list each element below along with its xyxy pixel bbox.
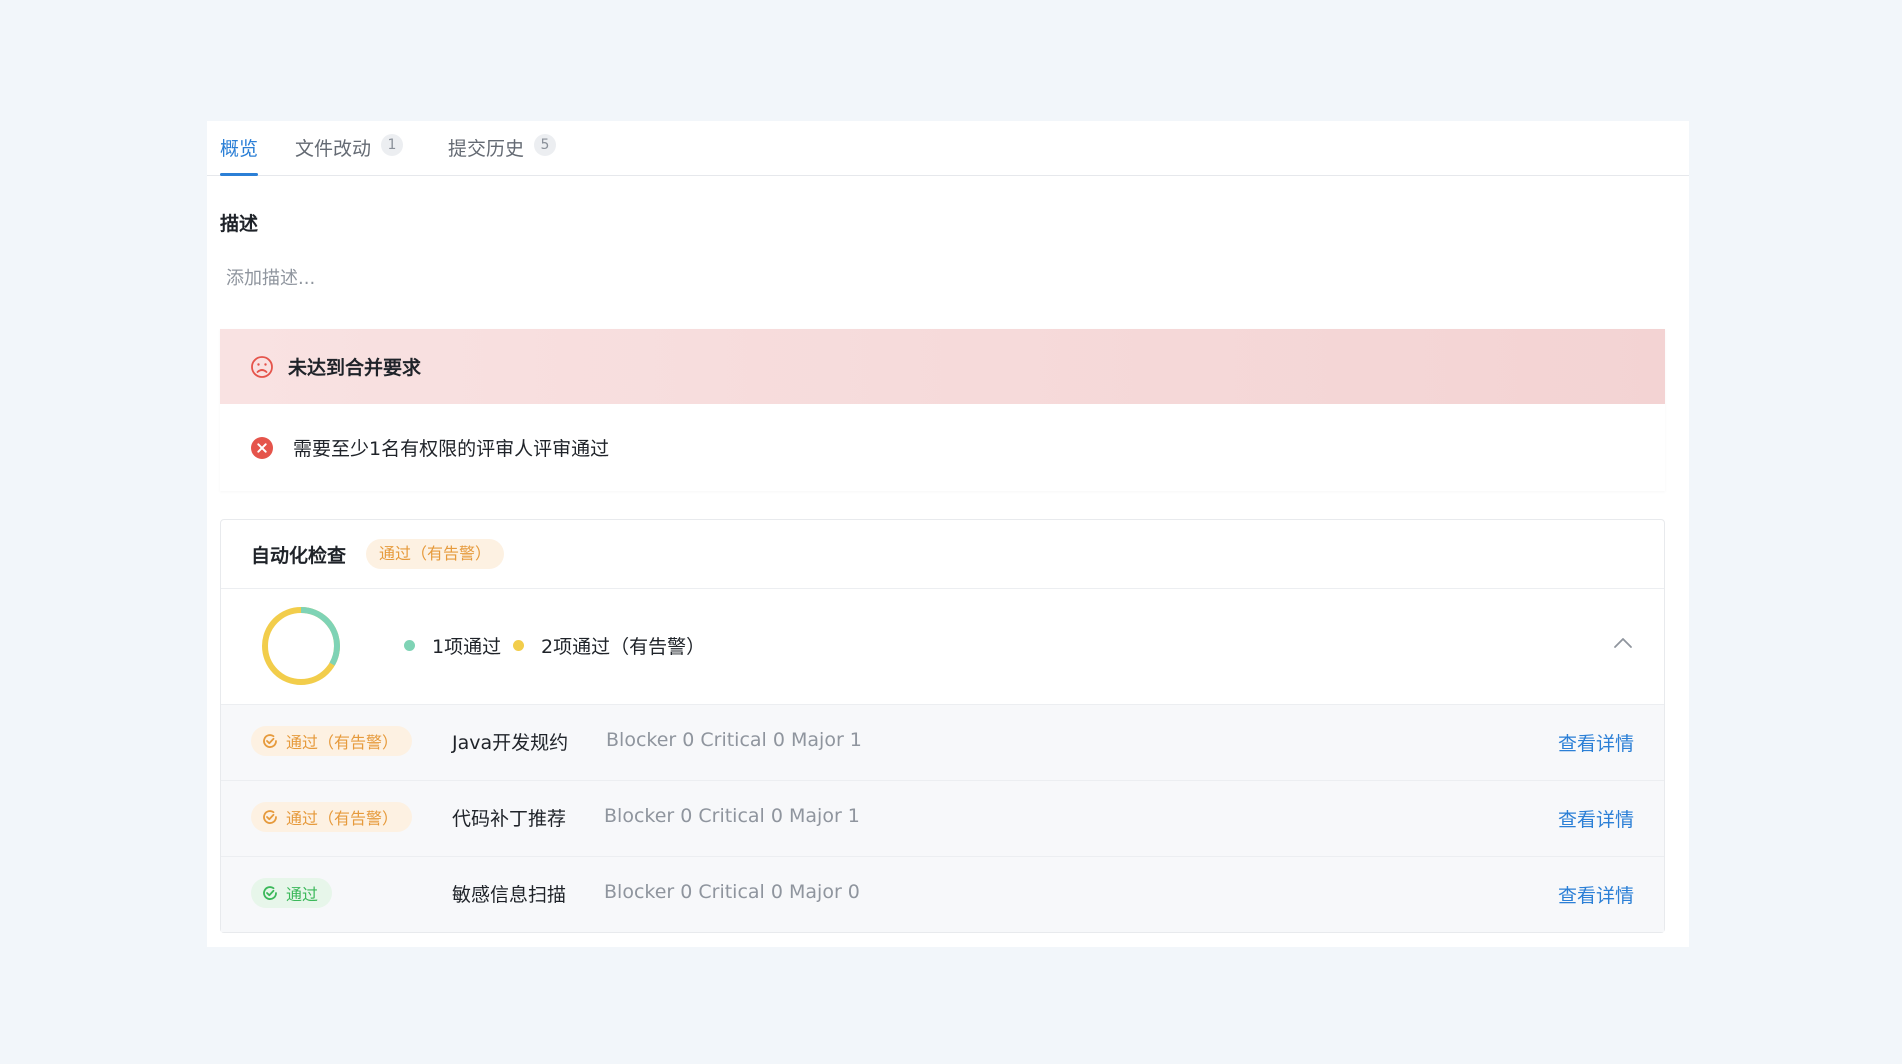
automation-summary: 1项通过 2项通过（有告警） [221,588,1664,705]
legend-warned: 2项通过（有告警） [513,632,705,659]
tab-count-badge: 1 [381,134,404,156]
legend-passed: 1项通过 [404,632,501,659]
legend-warned-label: 2项通过（有告警） [541,636,706,658]
result-donut-chart [262,607,340,685]
automation-check-title: 自动化检查 [251,544,347,567]
tab-commit-history[interactable]: 提交历史 5 [448,134,557,175]
merge-requirement-item: 需要至少1名有权限的评审人评审通过 [220,404,1665,491]
status-badge: 通过（有告警） [251,802,413,832]
check-refresh-icon [263,810,277,824]
status-badge: 通过（有告警） [251,726,413,756]
check-row-java: 通过（有告警） Java开发规约 Blocker 0 Critical 0 Ma… [221,705,1664,781]
tab-label: 文件改动 [295,138,372,160]
status-badge: 通过 [251,878,333,908]
check-refresh-icon [263,886,277,900]
tab-bar: 概览 文件改动 1 提交历史 5 [207,121,1689,176]
view-details-link[interactable]: 查看详情 [1558,729,1634,756]
view-details-link[interactable]: 查看详情 [1558,805,1634,832]
check-metrics: Blocker 0 Critical 0 Major 0 [604,881,860,903]
legend-passed-label: 1项通过 [432,636,502,658]
merge-requirement-title: 未达到合并要求 [288,357,422,379]
check-row-sensitive: 通过 敏感信息扫描 Blocker 0 Critical 0 Major 0 查… [221,857,1664,932]
check-name: 代码补丁推荐 [452,808,567,830]
sad-face-icon [251,355,273,378]
description-input[interactable]: 添加描述... [226,264,315,290]
merge-requirement-header: 未达到合并要求 [220,329,1665,404]
status-label: 通过 [286,885,319,904]
legend-dot-warned [513,640,524,651]
automation-check-box: 自动化检查 通过（有告警） 1项通过 2项通过（有告警） 通过（有告警） Jav… [220,519,1665,933]
tab-file-changes[interactable]: 文件改动 1 [295,134,404,175]
description-title: 描述 [220,213,259,235]
check-metrics: Blocker 0 Critical 0 Major 1 [606,729,862,751]
check-row-patch: 通过（有告警） 代码补丁推荐 Blocker 0 Critical 0 Majo… [221,781,1664,857]
chevron-up-icon[interactable] [1612,632,1634,654]
automation-status-badge: 通过（有告警） [366,539,505,569]
tab-count-badge: 5 [534,134,557,156]
error-circle-icon [251,436,273,459]
merge-requirement-text: 需要至少1名有权限的评审人评审通过 [293,438,610,460]
check-refresh-icon [263,734,277,748]
check-name: Java开发规约 [452,732,569,754]
legend-dot-passed [404,640,415,651]
tab-overview[interactable]: 概览 [220,134,259,176]
merge-requirement-box: 未达到合并要求 需要至少1名有权限的评审人评审通过 [220,329,1665,491]
tab-label: 概览 [220,138,259,160]
check-name: 敏感信息扫描 [452,884,567,906]
check-metrics: Blocker 0 Critical 0 Major 1 [604,805,860,827]
status-label: 通过（有告警） [286,733,399,752]
automation-check-header: 自动化检查 通过（有告警） [221,520,1664,589]
view-details-link[interactable]: 查看详情 [1558,881,1634,908]
merge-request-panel: 概览 文件改动 1 提交历史 5 描述 添加描述... 未达到合并要求 需要至少… [207,121,1689,947]
tab-label: 提交历史 [448,138,525,160]
status-label: 通过（有告警） [286,809,399,828]
